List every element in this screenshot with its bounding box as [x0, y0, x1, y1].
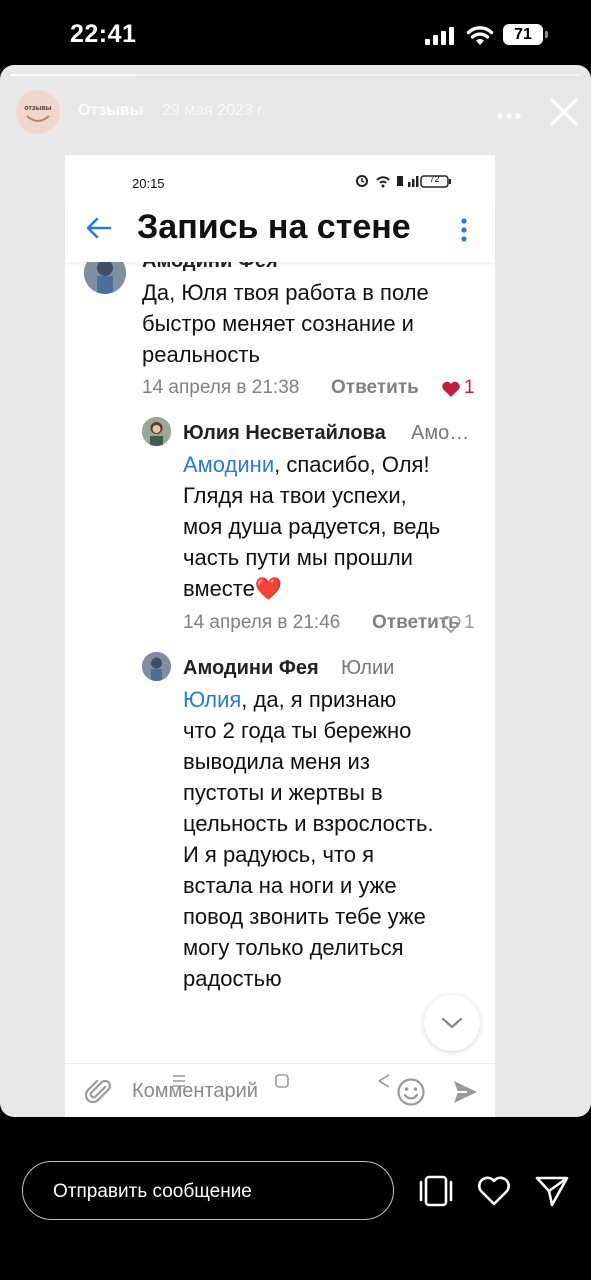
avatar[interactable] [84, 262, 126, 294]
mention-link[interactable]: Юлия [183, 687, 241, 712]
send-message-field[interactable]: Отправить сообщение [22, 1161, 394, 1220]
comment-author[interactable]: Юлия Несветайлова [183, 422, 386, 445]
story-avatar[interactable]: отзывы [16, 90, 60, 134]
comment-text-line: И я радуюсь, что я [183, 842, 374, 867]
heart-icon[interactable] [476, 1174, 512, 1213]
like-count: 1 [464, 377, 475, 398]
story-account-name[interactable]: Отзывы [78, 102, 143, 120]
comment-author[interactable]: Амодини Фея [142, 262, 278, 273]
share-send-icon[interactable] [534, 1174, 570, 1213]
comment-text-line: Юлия, да, я признаю [183, 687, 397, 712]
reply-to-name[interactable]: Амо… [411, 422, 469, 445]
back-triangle-icon[interactable] [376, 1073, 392, 1089]
reply-to-name[interactable]: Юлии [341, 657, 394, 680]
comment-text-line: Амодини, спасибо, Оля! [183, 452, 430, 477]
comment-date: 14 апреля в 21:38 [142, 377, 300, 398]
close-icon[interactable] [549, 97, 579, 132]
android-status-icons: 72 [355, 173, 465, 194]
comment-text-line: пустоты и жертвы в [183, 780, 383, 805]
paperclip-icon[interactable] [84, 1077, 113, 1112]
like-count: 1 [464, 612, 475, 633]
avatar[interactable] [142, 417, 171, 446]
comment-text-line: реальность [142, 342, 260, 367]
chevron-down-icon [441, 1017, 463, 1029]
like-heart-outline-icon[interactable] [441, 615, 461, 638]
comment-input[interactable] [132, 1080, 382, 1103]
android-status-time: 20:15 [132, 176, 165, 191]
mention-link[interactable]: Амодини [183, 452, 274, 477]
page-title: Запись на стене [137, 208, 411, 246]
send-message-placeholder: Отправить сообщение [53, 1181, 252, 1202]
home-square-icon[interactable] [274, 1073, 290, 1089]
app-bar: Запись на стене [65, 200, 495, 262]
avatar-logo-text: отзывы [24, 105, 52, 112]
status-time: 22:41 [70, 20, 137, 48]
comment-text-line: Глядя на твои успехи, [183, 483, 407, 508]
comment-text-line: моя душа радуется, ведь [183, 514, 441, 539]
comment-text-line: радостью [183, 966, 282, 991]
send-icon[interactable] [451, 1078, 479, 1111]
battery-icon: 71 [503, 24, 543, 45]
story-date: 29 мая 2023 г. [162, 102, 266, 119]
comment-text-line: вместе❤️ [183, 576, 283, 601]
comment-text-line: могу только делиться [183, 935, 404, 960]
comment-text-line: выводила меня из [183, 749, 370, 774]
kebab-menu-icon[interactable] [460, 217, 468, 248]
avatar[interactable] [142, 652, 171, 681]
story-progress-bar [10, 74, 581, 76]
scroll-down-button[interactable] [424, 995, 480, 1051]
comment-text-line: цельность и взрослость. [183, 811, 434, 836]
cellular-signal-icon [425, 27, 457, 50]
comment-text-line: повод звонить тебе уже [183, 904, 426, 929]
comment-date: 14 апреля в 21:46 [183, 612, 341, 633]
comments-list[interactable]: Амодини Фея Да, Юля твоя работа в поле б… [65, 262, 495, 998]
battery-tip [545, 31, 548, 38]
emoji-icon[interactable] [396, 1077, 426, 1112]
hands-logo-icon [26, 115, 50, 122]
comment-author[interactable]: Амодини Фея [183, 657, 319, 680]
comment-text-line: Да, Юля твоя работа в поле [142, 280, 429, 305]
comment-composer [65, 1063, 495, 1117]
comment-text-line: что 2 года ты бережно [183, 718, 412, 743]
comment-text-line: встала на ноги и уже [183, 873, 397, 898]
screenshot-image: 20:15 72 Запись на стене Да, Юля твоя ра… [65, 155, 495, 1117]
like-heart-icon[interactable] [441, 381, 461, 403]
stickers-icon[interactable] [418, 1174, 454, 1213]
comment-text-line: часть пути мы прошли [183, 545, 413, 570]
more-options-icon[interactable] [497, 106, 521, 124]
story-card[interactable]: отзывы Отзывы 29 мая 2023 г. 20:15 72 За… [0, 65, 591, 1117]
story-progress-fill [10, 74, 136, 76]
android-battery-level: 72 [429, 174, 440, 184]
menu-lines-icon[interactable] [171, 1073, 187, 1089]
comment-text-line: быстро меняет сознание и [142, 311, 414, 336]
back-arrow-icon[interactable] [85, 214, 113, 247]
wifi-icon [466, 25, 494, 51]
reply-button[interactable]: Ответить [331, 377, 419, 399]
